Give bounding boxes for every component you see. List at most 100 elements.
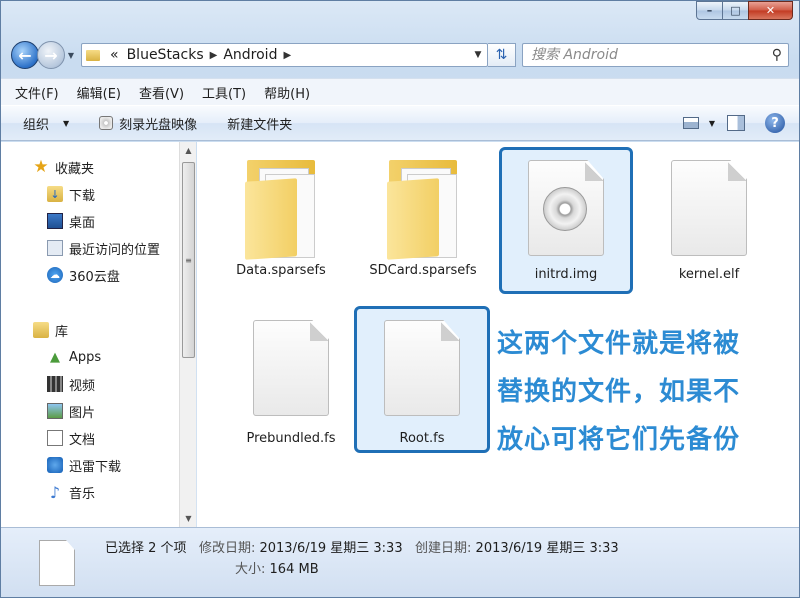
- help-icon[interactable]: ?: [765, 113, 785, 133]
- maximize-button[interactable]: □: [722, 1, 749, 20]
- breadcrumb-chevron-icon[interactable]: ▶: [281, 50, 293, 61]
- file-item[interactable]: initrd.img: [502, 160, 630, 283]
- refresh-icon: ⇅: [495, 47, 508, 63]
- breadcrumb-chevron-icon[interactable]: ▶: [208, 50, 220, 61]
- details-pane: 已选择 2 个项 修改日期: 2013/6/19 星期三 3:33 创建日期: …: [1, 527, 799, 597]
- nav-pictures-label: 图片: [69, 405, 96, 421]
- back-button[interactable]: ←: [11, 41, 39, 69]
- nav-360-cloud[interactable]: ☁ 360云盘: [47, 264, 120, 286]
- nav-desktop-label: 桌面: [69, 215, 96, 231]
- size-value: 164 MB: [269, 562, 319, 577]
- nav-videos[interactable]: 视频: [47, 373, 95, 395]
- download-folder-icon: ↓: [47, 186, 63, 202]
- library-icon: [33, 322, 49, 338]
- nav-music[interactable]: ♪ 音乐: [47, 481, 95, 503]
- nav-documents-label: 文档: [69, 432, 96, 448]
- burn-disc-image-button[interactable]: 刻录光盘映像: [99, 114, 197, 133]
- xunlei-icon: [47, 457, 63, 473]
- nav-recent-places[interactable]: 最近访问的位置: [47, 237, 160, 259]
- arrow-right-icon: →: [44, 45, 58, 65]
- nav-scrollbar[interactable]: ▲ ≡ ▼: [179, 142, 196, 527]
- command-bar-right: ▼ ?: [682, 113, 785, 133]
- nav-library[interactable]: 库: [33, 319, 68, 341]
- preview-pane-icon[interactable]: [727, 115, 745, 131]
- scroll-grip-icon: ≡: [185, 256, 192, 265]
- address-bar[interactable]: « BlueStacks ▶ Android ▶ ▼: [81, 43, 488, 67]
- file-icon: [39, 540, 75, 586]
- nav-downloads[interactable]: ↓ 下载: [47, 183, 95, 205]
- recent-places-icon: [47, 240, 63, 256]
- file-item[interactable]: Prebundled.fs: [227, 320, 355, 447]
- file-item[interactable]: Data.sparsefs: [217, 154, 345, 279]
- change-view-icon[interactable]: [682, 117, 699, 129]
- organize-button[interactable]: 组织 ▼: [23, 114, 69, 133]
- nav-cloud-label: 360云盘: [69, 269, 120, 285]
- search-box: ⚲: [522, 43, 789, 67]
- new-folder-button[interactable]: 新建文件夹: [227, 114, 292, 133]
- nav-music-label: 音乐: [69, 486, 96, 502]
- menu-help[interactable]: 帮助(H): [264, 83, 310, 102]
- modified-date-value: 2013/6/19 星期三 3:33: [259, 541, 403, 556]
- created-date-label: 创建日期:: [415, 541, 472, 556]
- file-icon: [384, 320, 460, 416]
- desktop-icon: [47, 213, 63, 229]
- created-date-value: 2013/6/19 星期三 3:33: [475, 541, 619, 556]
- nav-favorites[interactable]: ★ 收藏夹: [33, 156, 94, 178]
- file-item[interactable]: kernel.elf: [645, 160, 773, 283]
- nav-pictures[interactable]: 图片: [47, 400, 95, 422]
- search-input[interactable]: [529, 46, 772, 64]
- close-button[interactable]: ✕: [748, 1, 793, 20]
- command-bar: 组织 ▼ 刻录光盘映像 新建文件夹 ▼ ?: [1, 105, 799, 141]
- scroll-up-icon[interactable]: ▲: [180, 146, 197, 155]
- folder-icon: [385, 154, 461, 260]
- chevron-down-icon: ▼: [63, 118, 70, 128]
- organize-label: 组织: [23, 117, 50, 133]
- caption-buttons: – □ ✕: [696, 1, 793, 20]
- cloud-icon: ☁: [47, 267, 63, 283]
- menu-bar: 文件(F) 编辑(E) 查看(V) 工具(T) 帮助(H): [1, 78, 799, 105]
- file-name: initrd.img: [534, 267, 598, 282]
- breadcrumb-android[interactable]: Android: [219, 47, 281, 63]
- minimize-button[interactable]: –: [696, 1, 723, 20]
- disc-icon: [99, 116, 114, 130]
- folder-icon: [243, 154, 319, 260]
- scroll-down-icon[interactable]: ▼: [180, 514, 197, 523]
- recent-pages-dropdown[interactable]: ▼: [65, 51, 77, 60]
- file-icon: [253, 320, 329, 416]
- file-name: Data.sparsefs: [236, 263, 326, 278]
- menu-edit[interactable]: 编辑(E): [77, 83, 121, 102]
- music-note-icon: ♪: [49, 482, 61, 502]
- address-row: ← → ▼ « BlueStacks ▶ Android ▶ ▼ ⇅ ⚲: [11, 40, 789, 70]
- nav-apps-label: Apps: [69, 349, 102, 365]
- view-options-dropdown-icon[interactable]: ▼: [709, 119, 715, 128]
- arrow-left-icon: ←: [18, 45, 32, 65]
- refresh-button[interactable]: ⇅: [488, 43, 516, 67]
- file-item[interactable]: Root.fs: [358, 320, 486, 447]
- picture-icon: [47, 403, 63, 419]
- file-item[interactable]: SDCard.sparsefs: [359, 154, 487, 279]
- breadcrumb-overflow[interactable]: «: [106, 47, 123, 63]
- nav-documents[interactable]: 文档: [47, 427, 95, 449]
- video-icon: [47, 376, 63, 392]
- modified-date-label: 修改日期:: [198, 541, 256, 556]
- forward-button[interactable]: →: [37, 41, 65, 69]
- menu-tools[interactable]: 工具(T): [202, 83, 246, 102]
- nav-xunlei-downloads[interactable]: 迅雷下载: [47, 454, 121, 476]
- breadcrumb-bluestacks[interactable]: BlueStacks: [123, 47, 208, 63]
- selected-count: 已选择 2 个项: [105, 541, 187, 556]
- menu-view[interactable]: 查看(V): [139, 83, 184, 102]
- file-name: kernel.elf: [678, 267, 740, 282]
- star-icon: ★: [33, 157, 49, 177]
- cd-icon: [543, 187, 587, 231]
- annotation-text: 这两个文件就是将被 替换的文件，如果不 放心可将它们先备份: [497, 320, 767, 464]
- file-name: SDCard.sparsefs: [369, 263, 477, 278]
- nav-desktop[interactable]: 桌面: [47, 210, 95, 232]
- nav-xunlei-label: 迅雷下载: [69, 459, 122, 475]
- nav-apps[interactable]: ▲ Apps: [47, 346, 101, 368]
- navigation-pane: ★ 收藏夹 ↓ 下载 桌面 最近访问的位置 ☁ 360云盘 库 ▲ Apps 视…: [1, 142, 196, 527]
- search-icon[interactable]: ⚲: [772, 47, 782, 63]
- annotation-line: 这两个文件就是将被: [497, 329, 741, 359]
- address-dropdown-icon[interactable]: ▼: [469, 50, 487, 60]
- menu-file[interactable]: 文件(F): [15, 83, 59, 102]
- explorer-window: – □ ✕ ← → ▼ « BlueStacks ▶ Android ▶ ▼ ⇅…: [0, 0, 800, 598]
